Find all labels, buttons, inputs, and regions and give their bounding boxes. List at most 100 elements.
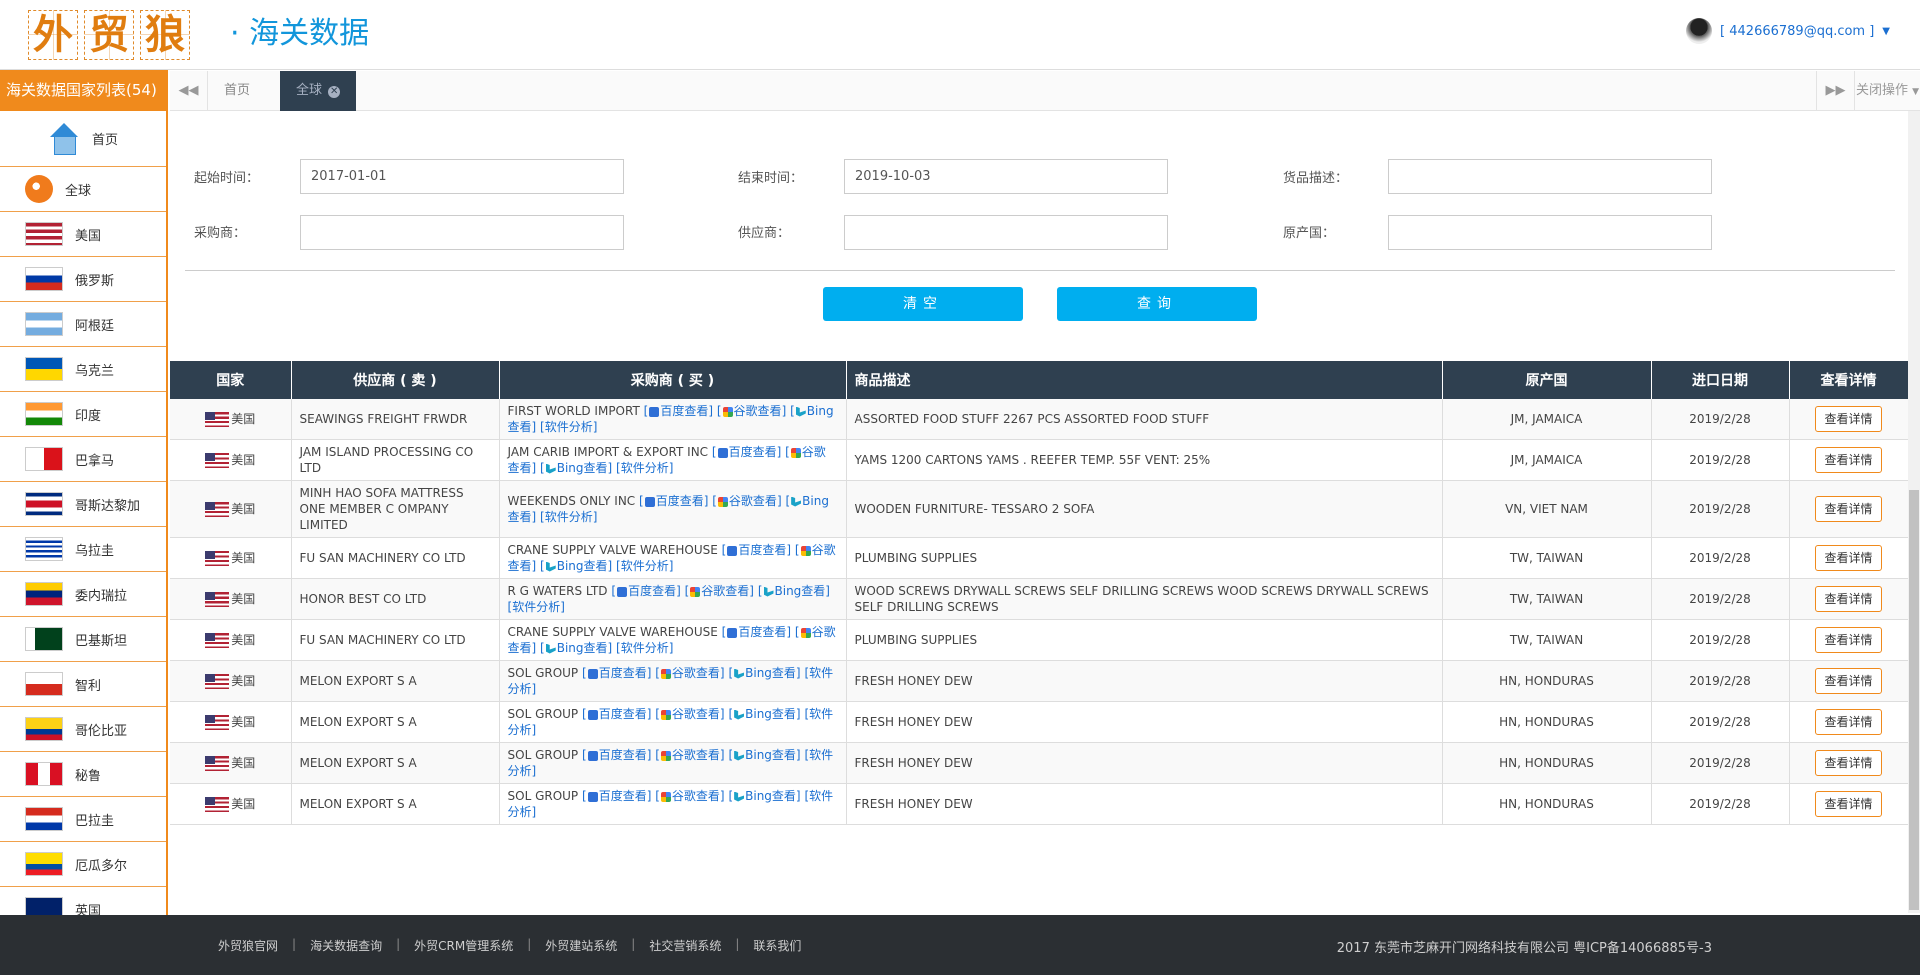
- sidebar-item[interactable]: 印度: [0, 392, 166, 437]
- sidebar-item[interactable]: 巴拿马: [0, 437, 166, 482]
- baidu-lookup-link[interactable]: [百度查看]: [582, 707, 651, 721]
- view-detail-button[interactable]: 查看详情: [1815, 750, 1882, 776]
- footer-link[interactable]: 外贸建站系统: [545, 937, 617, 954]
- footer-link[interactable]: 海关数据查询: [310, 937, 382, 954]
- col-header-supplier[interactable]: 供应商 ( 卖 ): [291, 361, 500, 399]
- baidu-lookup-link[interactable]: [百度查看]: [639, 494, 708, 508]
- col-header-origin[interactable]: 原产国: [1442, 361, 1652, 399]
- analysis-link-label: 软件分析: [512, 600, 561, 614]
- google-lookup-link[interactable]: [谷歌查看]: [712, 494, 781, 508]
- view-detail-button[interactable]: 查看详情: [1815, 447, 1882, 473]
- sidebar-item[interactable]: 厄瓜多尔: [0, 842, 166, 887]
- bing-lookup-link[interactable]: [Bing查看]: [540, 461, 612, 475]
- view-detail-button[interactable]: 查看详情: [1815, 791, 1882, 817]
- user-email[interactable]: [ 442666789@qq.com ]: [1720, 24, 1874, 39]
- tab-scroll-right-icon[interactable]: ▶▶: [1816, 71, 1854, 111]
- view-detail-button[interactable]: 查看详情: [1815, 586, 1882, 612]
- sidebar-item-label: 乌拉圭: [75, 543, 115, 559]
- start-date-input[interactable]: [300, 159, 624, 194]
- software-analysis-link[interactable]: [软件分析]: [616, 559, 673, 573]
- logo[interactable]: 外 贸 狼: [28, 10, 190, 60]
- bing-lookup-link[interactable]: [Bing查看]: [540, 641, 612, 655]
- query-button[interactable]: 查询: [1057, 287, 1257, 321]
- baidu-lookup-link[interactable]: [百度查看]: [712, 445, 781, 459]
- sidebar-item[interactable]: 秘鲁: [0, 752, 166, 797]
- flag-icon: [25, 672, 63, 696]
- view-detail-button[interactable]: 查看详情: [1815, 496, 1882, 522]
- sidebar-item[interactable]: 巴基斯坦: [0, 617, 166, 662]
- google-lookup-link[interactable]: [谷歌查看]: [655, 789, 724, 803]
- scrollbar-thumb[interactable]: [1909, 490, 1919, 910]
- view-detail-button[interactable]: 查看详情: [1815, 627, 1882, 653]
- view-detail-button[interactable]: 查看详情: [1815, 406, 1882, 432]
- software-analysis-link[interactable]: [软件分析]: [540, 420, 597, 434]
- end-date-input[interactable]: [844, 159, 1168, 194]
- software-analysis-link[interactable]: [软件分析]: [540, 510, 597, 524]
- bing-lookup-link[interactable]: [Bing查看]: [758, 584, 830, 598]
- sidebar-item[interactable]: 巴拉圭: [0, 797, 166, 842]
- google-icon: [660, 709, 671, 720]
- bing-lookup-link[interactable]: [Bing查看]: [728, 789, 800, 803]
- footer-link[interactable]: 社交营销系统: [649, 937, 721, 954]
- sidebar-item[interactable]: 智利: [0, 662, 166, 707]
- caret-down-icon[interactable]: ▼: [1882, 26, 1890, 37]
- bing-lookup-link[interactable]: [Bing查看]: [728, 707, 800, 721]
- view-detail-button[interactable]: 查看详情: [1815, 668, 1882, 694]
- baidu-lookup-link[interactable]: [百度查看]: [722, 625, 791, 639]
- sidebar-item[interactable]: 俄罗斯: [0, 257, 166, 302]
- date-cell: 2019/2/28: [1651, 399, 1790, 440]
- bing-lookup-link[interactable]: [Bing查看]: [540, 559, 612, 573]
- buyer-input[interactable]: [300, 215, 624, 250]
- baidu-link-label: 百度查看: [598, 789, 647, 803]
- goods-desc-input[interactable]: [1388, 159, 1712, 194]
- col-header-description[interactable]: 商品描述: [846, 361, 1443, 399]
- table-row: 美国 FU SAN MACHINERY CO LTD CRANE SUPPLY VA…: [170, 619, 1908, 661]
- col-header-detail[interactable]: 查看详情: [1789, 361, 1908, 399]
- google-lookup-link[interactable]: [谷歌查看]: [717, 404, 786, 418]
- col-header-buyer[interactable]: 采购商 ( 买 ): [499, 361, 847, 399]
- sidebar-item[interactable]: 乌克兰: [0, 347, 166, 392]
- sidebar-item[interactable]: 乌拉圭: [0, 527, 166, 572]
- clear-button[interactable]: 清空: [823, 287, 1023, 321]
- baidu-lookup-link[interactable]: [百度查看]: [722, 543, 791, 557]
- logo-char: 狼: [140, 10, 190, 60]
- sidebar-item[interactable]: 英国: [0, 887, 166, 915]
- footer-link[interactable]: 外贸CRM管理系统: [414, 937, 513, 954]
- close-operations-menu[interactable]: 关闭操作 ▼: [1854, 71, 1920, 111]
- google-lookup-link[interactable]: [谷歌查看]: [685, 584, 754, 598]
- sidebar-item[interactable]: 首页: [0, 111, 166, 167]
- col-header-date[interactable]: 进口日期: [1651, 361, 1790, 399]
- bing-lookup-link[interactable]: [Bing查看]: [728, 748, 800, 762]
- tab-scroll-left-icon[interactable]: ◀◀: [170, 71, 208, 111]
- google-lookup-link[interactable]: [谷歌查看]: [655, 748, 724, 762]
- supplier-input[interactable]: [844, 215, 1168, 250]
- bing-lookup-link[interactable]: [Bing查看]: [728, 666, 800, 680]
- view-detail-button[interactable]: 查看详情: [1815, 545, 1882, 571]
- baidu-lookup-link[interactable]: [百度查看]: [582, 789, 651, 803]
- software-analysis-link[interactable]: [软件分析]: [616, 461, 673, 475]
- google-lookup-link[interactable]: [谷歌查看]: [655, 707, 724, 721]
- software-analysis-link[interactable]: [软件分析]: [508, 600, 565, 614]
- sidebar-item[interactable]: 全球: [0, 167, 166, 212]
- col-header-country[interactable]: 国家: [170, 361, 292, 399]
- close-tab-icon[interactable]: ✕: [328, 86, 341, 98]
- baidu-lookup-link[interactable]: [百度查看]: [582, 666, 651, 680]
- view-detail-button[interactable]: 查看详情: [1815, 709, 1882, 735]
- software-analysis-link[interactable]: [软件分析]: [616, 641, 673, 655]
- sidebar-item[interactable]: 美国: [0, 212, 166, 257]
- origin-input[interactable]: [1388, 215, 1712, 250]
- tab-global[interactable]: 全球 ✕: [280, 71, 357, 111]
- footer-link[interactable]: 联系我们: [753, 937, 801, 954]
- tab-home[interactable]: 首页: [208, 71, 266, 111]
- sidebar-item[interactable]: 委内瑞拉: [0, 572, 166, 617]
- baidu-lookup-link[interactable]: [百度查看]: [582, 748, 651, 762]
- footer-link[interactable]: 外贸狼官网: [218, 937, 278, 954]
- user-menu[interactable]: [ 442666789@qq.com ] ▼: [1686, 18, 1890, 44]
- baidu-lookup-link[interactable]: [百度查看]: [644, 404, 713, 418]
- baidu-lookup-link[interactable]: [百度查看]: [611, 584, 680, 598]
- sidebar-item[interactable]: 哥伦比亚: [0, 707, 166, 752]
- sidebar-item[interactable]: 哥斯达黎加: [0, 482, 166, 527]
- google-lookup-link[interactable]: [谷歌查看]: [655, 666, 724, 680]
- country-name: 美国: [231, 453, 256, 467]
- sidebar-item[interactable]: 阿根廷: [0, 302, 166, 347]
